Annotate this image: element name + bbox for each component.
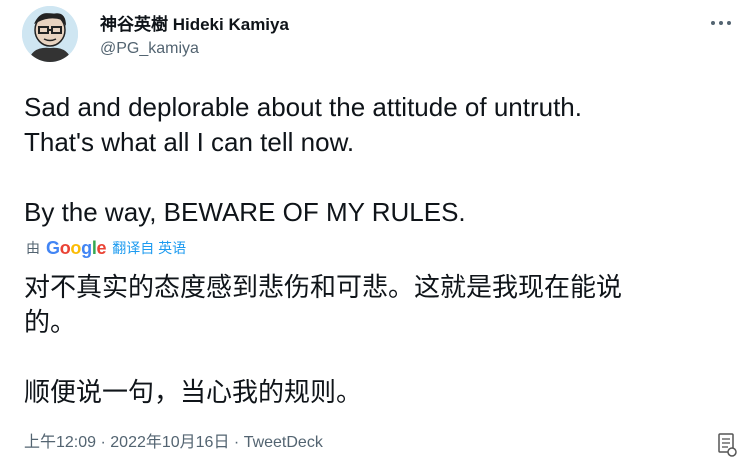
meta-separator: · [96, 434, 111, 451]
google-logo-letter: G [46, 238, 60, 258]
tweet-text: Sad and deplorable about the attitude of… [24, 90, 724, 230]
tweet-meta: 上午12:09 · 2022年10月16日 · TweetDeck [24, 432, 323, 454]
avatar[interactable] [22, 6, 78, 62]
tweet-source[interactable]: TweetDeck [244, 434, 323, 451]
tweet-header: 神谷英樹 Hideki Kamiya @PG_kamiya [100, 14, 289, 60]
meta-separator: · [229, 434, 244, 451]
tweet-date[interactable]: 2022年10月16日 [110, 434, 229, 451]
translated-line: 的。 [24, 307, 77, 337]
google-logo-letter: e [96, 238, 107, 258]
google-logo: Google [46, 238, 107, 258]
tweet-time[interactable]: 上午12:09 [24, 434, 96, 451]
translated-from-link[interactable]: 翻译自 英语 [112, 238, 186, 258]
google-logo-letter: g [81, 238, 92, 258]
google-logo-letter: o [59, 238, 71, 258]
translation-prefix: 由 [26, 240, 40, 256]
translation-attribution: 由 Google 翻译自 英语 [26, 238, 186, 258]
tweet-line: By the way, BEWARE OF MY RULES. [24, 197, 466, 227]
author-name[interactable]: 神谷英樹 Hideki Kamiya [100, 14, 289, 36]
translated-line: 对不真实的态度感到悲伤和可悲。这就是我现在能说 [24, 272, 623, 302]
author-handle[interactable]: @PG_kamiya [100, 38, 289, 60]
translated-text: 对不真实的态度感到悲伤和可悲。这就是我现在能说 的。 顺便说一句，当心我的规则。 [24, 270, 724, 410]
document-icon [716, 432, 738, 458]
more-options-icon[interactable] [706, 14, 736, 32]
tweet-line: Sad and deplorable about the attitude of… [24, 92, 582, 122]
tweet-line: That's what all I can tell now. [24, 127, 355, 157]
translated-line: 顺便说一句，当心我的规则。 [24, 377, 363, 407]
google-logo-letter: o [70, 238, 82, 258]
